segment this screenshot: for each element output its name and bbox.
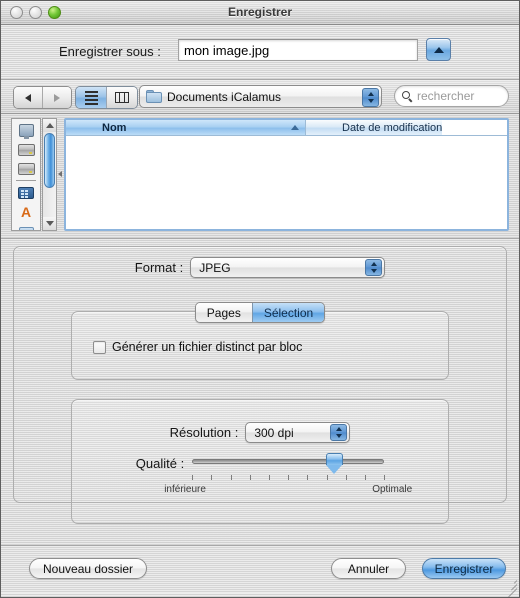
format-value: JPEG bbox=[199, 260, 231, 275]
cancel-button[interactable]: Annuler bbox=[331, 558, 406, 579]
file-list[interactable]: Nom Date de modification bbox=[64, 118, 509, 231]
slider-end-labels: inférieure Optimale bbox=[164, 484, 412, 495]
sidebar-item-documents[interactable] bbox=[12, 221, 40, 230]
slider-thumb[interactable] bbox=[326, 453, 344, 474]
export-options-panel: Format : JPEG Pages Sélection Générer un… bbox=[1, 239, 519, 546]
search-icon bbox=[402, 90, 413, 102]
expand-browser-button[interactable] bbox=[426, 38, 451, 61]
scrollbar-thumb[interactable] bbox=[44, 133, 55, 188]
sidebar-scrollbar[interactable] bbox=[42, 118, 57, 231]
resize-grip-icon[interactable] bbox=[503, 577, 518, 597]
navigation-buttons bbox=[13, 86, 72, 109]
column-header-date[interactable]: Date de modification bbox=[306, 120, 443, 135]
slider-tick bbox=[230, 475, 232, 480]
sort-ascending-icon bbox=[291, 125, 299, 130]
column-view-button[interactable] bbox=[106, 87, 137, 108]
location-popup-button[interactable]: Documents iCalamus bbox=[139, 85, 382, 108]
slider-tick bbox=[288, 475, 290, 480]
slider-min-label: inférieure bbox=[164, 484, 206, 495]
back-button[interactable] bbox=[14, 87, 42, 108]
triangle-up-icon bbox=[433, 46, 444, 53]
view-mode-toggle bbox=[75, 86, 138, 109]
sidebar-item-computer[interactable] bbox=[12, 121, 40, 140]
slider-track[interactable] bbox=[192, 459, 385, 464]
quality-row: Qualité : inférieure Optimale bbox=[72, 453, 448, 495]
folder-icon bbox=[18, 226, 34, 230]
chevron-down-icon bbox=[45, 221, 54, 226]
search-placeholder: rechercher bbox=[417, 89, 475, 103]
server-icon bbox=[18, 186, 34, 199]
tab-selection[interactable]: Sélection bbox=[251, 303, 325, 322]
sidebar-item-disk-1[interactable] bbox=[12, 140, 40, 159]
stepper-icon bbox=[362, 88, 379, 107]
forward-button[interactable] bbox=[42, 87, 71, 108]
sidebar-item-network[interactable] bbox=[12, 183, 40, 202]
new-folder-button[interactable]: Nouveau dossier bbox=[29, 558, 148, 579]
hard-drive-icon bbox=[17, 143, 35, 156]
split-handle[interactable] bbox=[58, 169, 63, 179]
window-title: Enregistrer bbox=[227, 5, 293, 19]
sidebar-item-disk-2[interactable] bbox=[12, 159, 40, 178]
slider-tick bbox=[192, 475, 194, 480]
sidebar-item-applications[interactable]: A bbox=[12, 202, 40, 221]
sidebar-separator bbox=[16, 180, 36, 181]
hard-drive-icon bbox=[17, 162, 35, 175]
browser-toolbar: Documents iCalamus rechercher bbox=[1, 80, 519, 114]
applications-icon: A bbox=[20, 203, 32, 220]
scroll-down-button[interactable] bbox=[43, 217, 56, 230]
slider-max-label: Optimale bbox=[372, 484, 413, 495]
slider-tick bbox=[365, 475, 366, 480]
column-header-name-label: Nom bbox=[102, 121, 127, 134]
format-label: Format : bbox=[134, 260, 184, 275]
arrow-right-icon bbox=[54, 93, 60, 102]
slider-tick bbox=[384, 475, 386, 480]
file-browser: A Nom Date de modification bbox=[1, 114, 519, 239]
save-as-row: Enregistrer sous : bbox=[1, 25, 519, 80]
slider-tick bbox=[307, 475, 309, 480]
format-row: Format : JPEG bbox=[1, 257, 519, 278]
search-input[interactable]: rechercher bbox=[394, 85, 509, 107]
split-files-label: Générer un fichier distinct par bloc bbox=[112, 340, 303, 354]
slider-tick bbox=[249, 475, 251, 480]
slider-ticks bbox=[192, 475, 386, 481]
resolution-value: 300 dpi bbox=[254, 425, 294, 440]
stepper-icon bbox=[365, 259, 383, 276]
resolution-row: Résolution : 300 dpi bbox=[72, 422, 448, 443]
quality-group: Résolution : 300 dpi Qualité : inférieur… bbox=[71, 399, 449, 524]
display-icon bbox=[18, 124, 34, 139]
file-list-body[interactable] bbox=[66, 136, 507, 229]
save-as-label: Enregistrer sous : bbox=[59, 44, 161, 59]
save-button[interactable]: Enregistrer bbox=[422, 558, 506, 579]
format-popup-button[interactable]: JPEG bbox=[190, 257, 386, 278]
file-list-header: Nom Date de modification bbox=[66, 120, 507, 136]
list-view-button[interactable] bbox=[76, 87, 106, 108]
column-view-icon bbox=[115, 92, 129, 103]
slider-tick bbox=[269, 475, 270, 480]
list-view-icon bbox=[84, 90, 98, 105]
folder-icon bbox=[146, 90, 162, 103]
chevron-up-icon bbox=[45, 123, 54, 128]
scroll-up-button[interactable] bbox=[43, 119, 56, 132]
location-label: Documents iCalamus bbox=[167, 89, 282, 104]
stepper-icon bbox=[330, 424, 348, 441]
split-files-checkbox[interactable] bbox=[93, 340, 106, 354]
resolution-popup-button[interactable]: 300 dpi bbox=[245, 422, 351, 443]
tab-pages[interactable]: Pages bbox=[195, 303, 252, 322]
title-bar: Enregistrer bbox=[1, 1, 519, 25]
slider-tick bbox=[326, 475, 328, 480]
slider-tick bbox=[211, 475, 213, 480]
column-header-date-label: Date de modification bbox=[342, 121, 443, 134]
slider-tick bbox=[345, 475, 347, 480]
dialog-footer: Nouveau dossier Annuler Enregistrer bbox=[1, 546, 519, 597]
arrow-left-icon bbox=[25, 93, 31, 102]
column-header-name[interactable]: Nom bbox=[66, 120, 306, 135]
sidebar: A bbox=[11, 118, 41, 231]
scope-segmented-control: Pages Sélection bbox=[1, 302, 519, 323]
resolution-label: Résolution : bbox=[169, 425, 239, 440]
split-files-row[interactable]: Générer un fichier distinct par bloc bbox=[93, 340, 302, 354]
save-dialog-window: Enregistrer Enregistrer sous : mon image… bbox=[0, 0, 520, 598]
filename-input[interactable] bbox=[178, 39, 418, 61]
quality-label: Qualité : bbox=[135, 456, 185, 471]
